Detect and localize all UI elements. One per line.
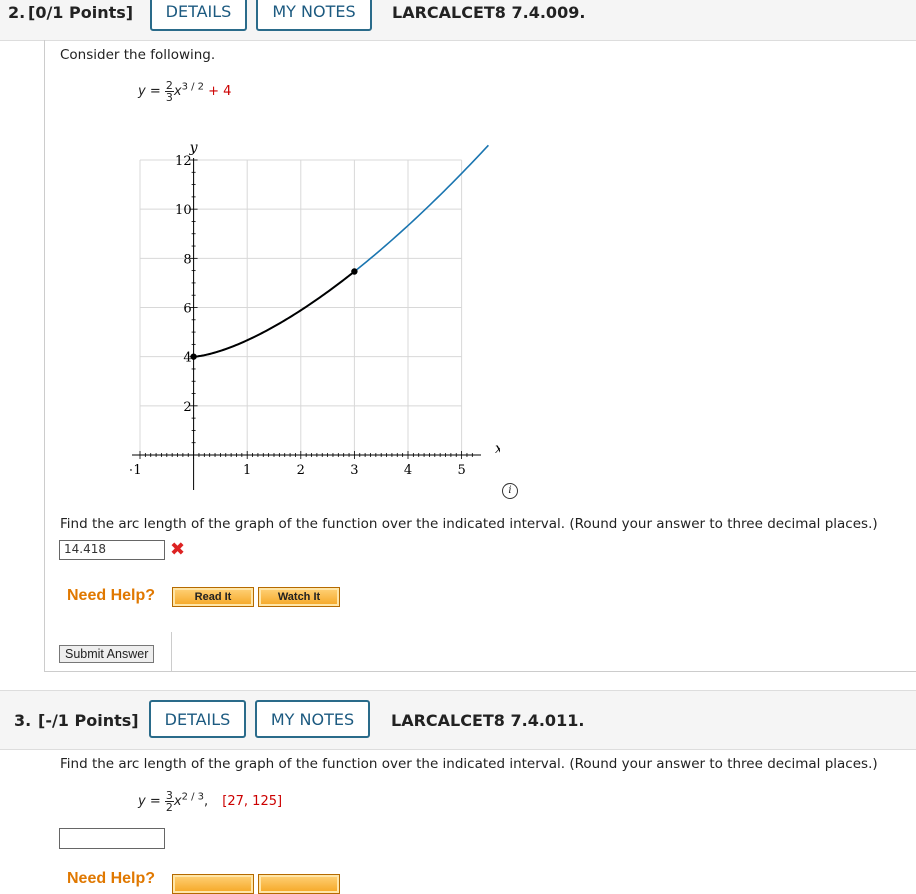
eq-var: x [173,84,182,99]
x-tick-label: 5 [457,463,465,478]
watch-it-button[interactable] [258,874,340,894]
x-tick-label: 4 [404,463,412,478]
graph-series [193,144,489,358]
y-tick-label: 6 [183,302,191,317]
read-it-button[interactable]: Read It [172,587,254,607]
details-button[interactable]: DETAILS [150,0,247,31]
endpoint [351,268,358,275]
question-points: [-/1 Points] [38,711,139,730]
x-tick-label: 3 [350,463,358,478]
function-equation: y = 3 2 x2 / 3, [27, 125] [138,790,282,813]
y-axis-label: y [189,140,199,156]
eq-var: x [173,794,182,809]
eq-fraction: 32 [164,790,174,814]
eq-fraction: 23 [164,80,174,104]
my-notes-button[interactable]: MY NOTES [255,700,370,738]
question-points: [0/1 Points] [28,3,134,22]
endpoint [190,353,197,360]
graph-points [190,268,358,360]
eq-comma: , [204,794,209,809]
y-tick-label: 10 [175,203,192,218]
eq-lhs: y = [138,794,161,809]
y-tick-label: 2 [183,400,191,415]
series-line [193,144,489,358]
eq-frac-den: 3 [165,91,173,104]
eq-exp: 2 / 3 [181,791,205,803]
problem-code: LARCALCET8 7.4.009. [392,3,586,22]
y-tick-label: 4 [183,351,191,366]
instruction-text: Find the arc length of the graph of the … [60,516,878,532]
watch-it-button[interactable]: Watch It [258,587,340,607]
x-tick-label: −1 [130,463,142,478]
x-axis-label: x [495,441,500,457]
my-notes-button[interactable]: MY NOTES [256,0,372,31]
need-help-label: Need Help? [67,870,156,887]
question-2-header: 2. [0/1 Points] DETAILS MY NOTES LARCALC… [0,0,916,41]
eq-constant: + 4 [208,84,232,99]
prompt-text: Consider the following. [60,47,216,63]
question-number: 3. [14,711,32,730]
problem-code: LARCALCET8 7.4.011. [391,711,585,730]
y-tick-label: 8 [183,252,191,267]
details-button[interactable]: DETAILS [149,700,246,738]
x-tick-label: 1 [243,463,251,478]
question-3-header: 3. [-/1 Points] DETAILS MY NOTES LARCALC… [0,690,916,750]
need-help-label: Need Help? [67,587,156,604]
instruction-text: Find the arc length of the graph of the … [60,756,878,772]
graph-tick-labels: −11234524681012 [130,154,466,478]
function-equation: y = 2 3 x3 / 2 + 4 [138,80,231,103]
eq-lhs: y = [138,84,161,99]
eq-frac-den: 2 [165,801,173,814]
answer-input[interactable]: 14.418 [59,540,165,560]
incorrect-icon: ✖ [170,539,186,560]
question-number: 2. [8,3,26,22]
x-tick-label: 2 [297,463,305,478]
info-icon[interactable]: i [502,483,518,499]
interval: [27, 125] [222,794,283,809]
answer-input[interactable] [59,828,165,849]
function-graph: −11234524681012 y x [130,140,500,490]
read-it-button[interactable] [172,874,254,894]
eq-exp: 3 / 2 [181,81,205,93]
y-tick-label: 12 [175,154,192,169]
series-line [193,270,356,358]
submit-answer-button[interactable]: Submit Answer [59,645,155,663]
